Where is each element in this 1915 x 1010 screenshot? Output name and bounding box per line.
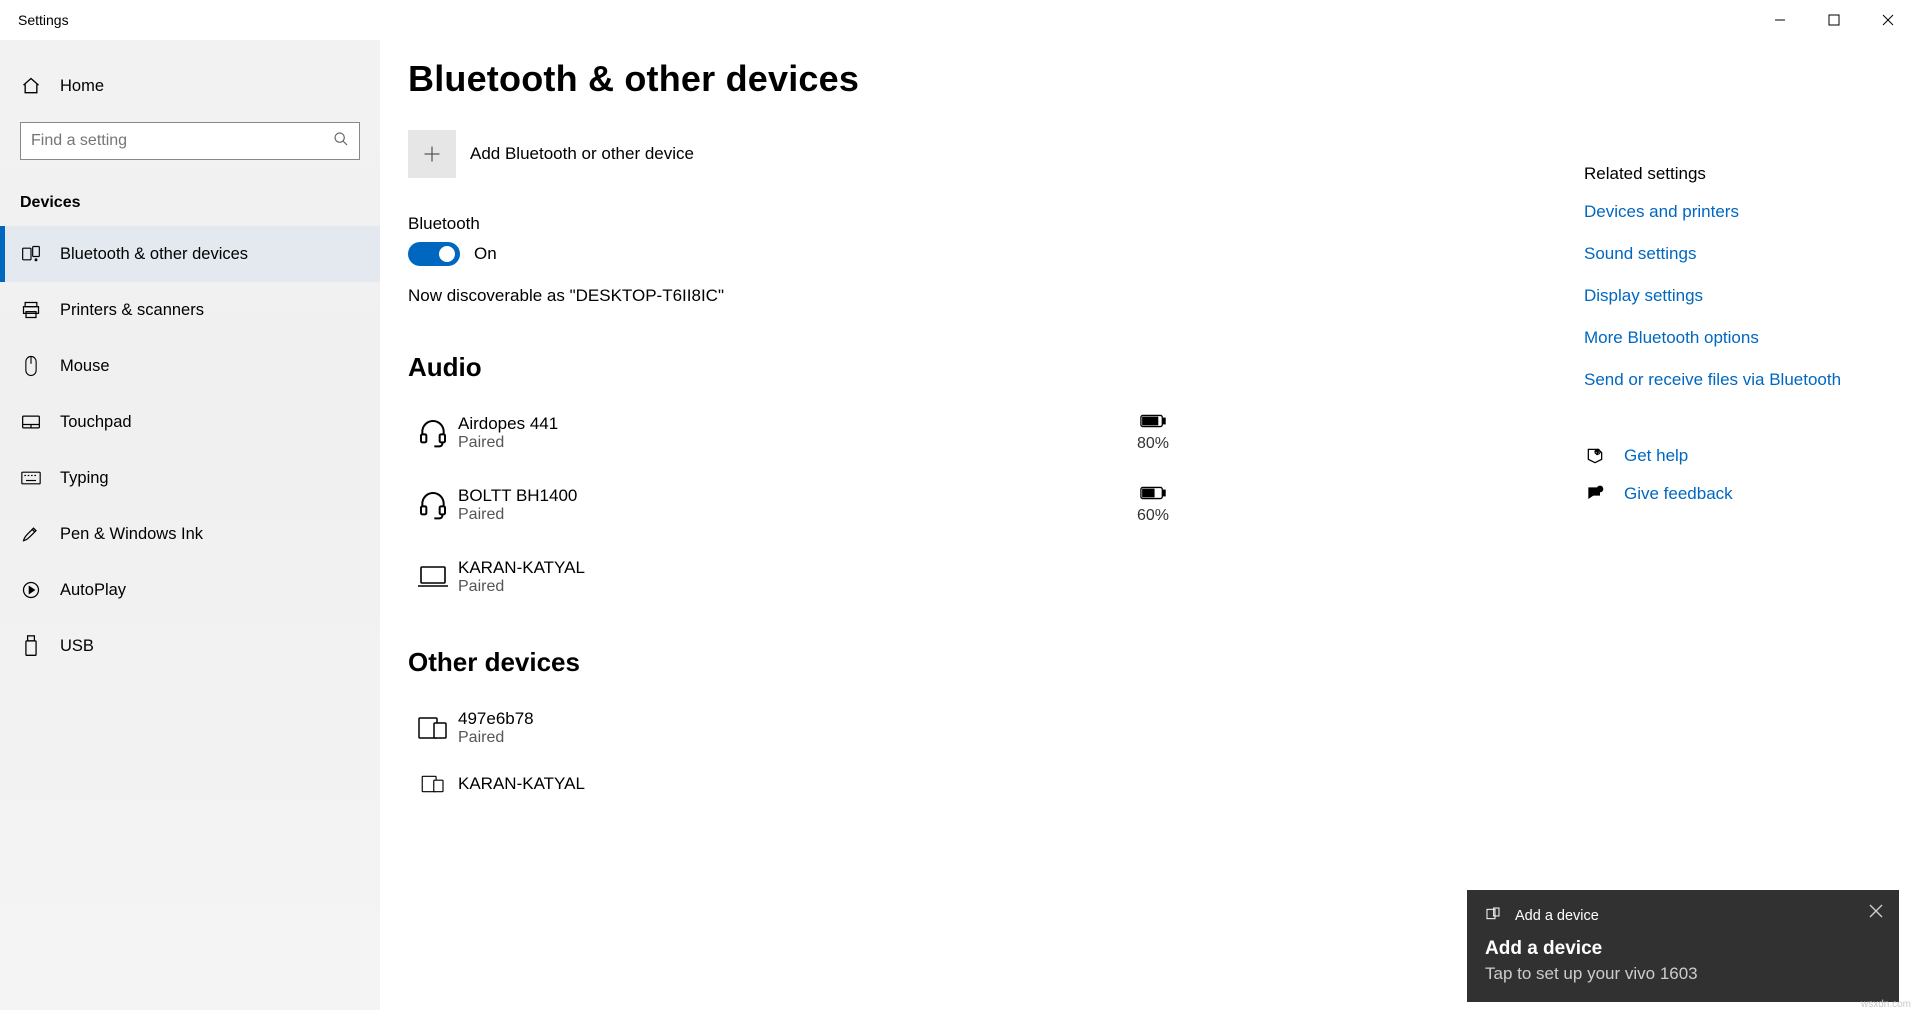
rail-link-devices-printers[interactable]: Devices and printers — [1584, 202, 1904, 222]
usb-icon — [20, 635, 42, 657]
bluetooth-devices-icon — [20, 244, 42, 264]
get-help-label: Get help — [1624, 446, 1688, 466]
rail-link-more-bluetooth[interactable]: More Bluetooth options — [1584, 328, 1904, 348]
toast-title: Add a device — [1485, 938, 1881, 960]
keyboard-icon — [20, 471, 42, 485]
sidebar-home-label: Home — [60, 77, 104, 96]
sidebar-item-label: AutoPlay — [60, 581, 126, 600]
get-help-link[interactable]: ? Get help — [1584, 446, 1904, 466]
device-name: KARAN-KATYAL — [458, 558, 1108, 578]
audio-heading: Audio — [408, 352, 1198, 383]
sidebar-item-label: Touchpad — [60, 413, 132, 432]
headset-icon — [408, 489, 458, 521]
battery-icon — [1140, 487, 1166, 504]
battery-icon — [1140, 415, 1166, 432]
device-name: Airdopes 441 — [458, 414, 1108, 434]
minimize-button[interactable] — [1753, 0, 1807, 40]
sidebar-item-label: Mouse — [60, 357, 110, 376]
sidebar-item-autoplay[interactable]: AutoPlay — [0, 562, 380, 618]
battery-percent: 60% — [1108, 507, 1198, 525]
device-status: Paired — [458, 506, 1108, 524]
device-status: Paired — [458, 434, 1108, 452]
pen-icon — [20, 524, 42, 544]
sidebar-item-label: Printers & scanners — [60, 301, 204, 320]
bluetooth-label: Bluetooth — [408, 214, 1198, 234]
discoverable-text: Now discoverable as "DESKTOP-T6II8IC" — [408, 286, 1198, 306]
content: Bluetooth & other devices Add Bluetooth … — [380, 40, 1915, 1010]
right-rail: Related settings Devices and printers So… — [1584, 164, 1904, 522]
sidebar-item-touchpad[interactable]: Touchpad — [0, 394, 380, 450]
device-row[interactable]: KARAN-KATYAL Paired — [408, 541, 1198, 613]
sidebar-item-label: Pen & Windows Ink — [60, 525, 203, 544]
bluetooth-toggle[interactable] — [408, 242, 460, 266]
toast-body: Tap to set up your vivo 1603 — [1485, 964, 1881, 984]
watermark: wsxdn.com — [1861, 999, 1911, 1010]
maximize-button[interactable] — [1807, 0, 1861, 40]
rail-link-send-receive[interactable]: Send or receive files via Bluetooth — [1584, 370, 1904, 390]
autoplay-icon — [20, 580, 42, 600]
headset-icon — [408, 417, 458, 449]
other-heading: Other devices — [408, 647, 1198, 678]
toast-header: Add a device — [1515, 908, 1599, 924]
rail-link-sound[interactable]: Sound settings — [1584, 244, 1904, 264]
phone-tablet-icon — [408, 715, 458, 741]
device-name: KARAN-KATYAL — [458, 774, 1198, 794]
give-feedback-label: Give feedback — [1624, 484, 1733, 504]
device-status: Paired — [458, 729, 1198, 747]
sidebar: Home Devices Bluetooth & other devices P… — [0, 40, 380, 1010]
feedback-icon — [1584, 484, 1606, 504]
home-icon — [20, 76, 42, 96]
device-row[interactable]: KARAN-KATYAL — [408, 764, 1198, 804]
sidebar-item-typing[interactable]: Typing — [0, 450, 380, 506]
rail-link-display[interactable]: Display settings — [1584, 286, 1904, 306]
sidebar-item-printers[interactable]: Printers & scanners — [0, 282, 380, 338]
sidebar-item-label: Bluetooth & other devices — [60, 245, 248, 264]
device-name: BOLTT BH1400 — [458, 486, 1108, 506]
toast-close-button[interactable] — [1869, 904, 1883, 923]
page-title: Bluetooth & other devices — [408, 58, 1198, 100]
sidebar-item-label: USB — [60, 637, 94, 656]
phone-tablet-icon — [408, 774, 458, 794]
sidebar-item-mouse[interactable]: Mouse — [0, 338, 380, 394]
give-feedback-link[interactable]: Give feedback — [1584, 484, 1904, 504]
sidebar-home[interactable]: Home — [0, 60, 380, 112]
sidebar-item-usb[interactable]: USB — [0, 618, 380, 674]
plus-icon — [408, 130, 456, 178]
svg-text:?: ? — [1596, 450, 1599, 456]
device-row[interactable]: 497e6b78 Paired — [408, 692, 1198, 764]
bluetooth-toggle-state: On — [474, 244, 497, 264]
touchpad-icon — [20, 414, 42, 430]
device-status: Paired — [458, 578, 1108, 596]
rail-heading: Related settings — [1584, 164, 1904, 184]
device-name: 497e6b78 — [458, 709, 1198, 729]
titlebar: Settings — [0, 0, 1915, 40]
search-input[interactable] — [31, 132, 333, 150]
add-device-button[interactable]: Add Bluetooth or other device — [408, 130, 1198, 178]
add-device-label: Add Bluetooth or other device — [470, 144, 694, 164]
sidebar-section-label: Devices — [0, 160, 380, 226]
device-row[interactable]: Airdopes 441 Paired 80% — [408, 397, 1198, 469]
devices-icon — [1485, 906, 1501, 926]
sidebar-item-bluetooth[interactable]: Bluetooth & other devices — [0, 226, 380, 282]
window-title: Settings — [0, 12, 69, 28]
device-row[interactable]: BOLTT BH1400 Paired 60% — [408, 469, 1198, 541]
help-icon: ? — [1584, 446, 1606, 466]
notification-toast[interactable]: Add a device Add a device Tap to set up … — [1467, 890, 1899, 1002]
close-button[interactable] — [1861, 0, 1915, 40]
sidebar-item-label: Typing — [60, 469, 109, 488]
laptop-icon — [408, 564, 458, 590]
window-controls — [1753, 0, 1915, 40]
mouse-icon — [20, 355, 42, 377]
sidebar-item-pen[interactable]: Pen & Windows Ink — [0, 506, 380, 562]
printer-icon — [20, 300, 42, 320]
search-input-wrap[interactable] — [20, 122, 360, 160]
search-icon — [333, 131, 349, 152]
battery-percent: 80% — [1108, 435, 1198, 453]
